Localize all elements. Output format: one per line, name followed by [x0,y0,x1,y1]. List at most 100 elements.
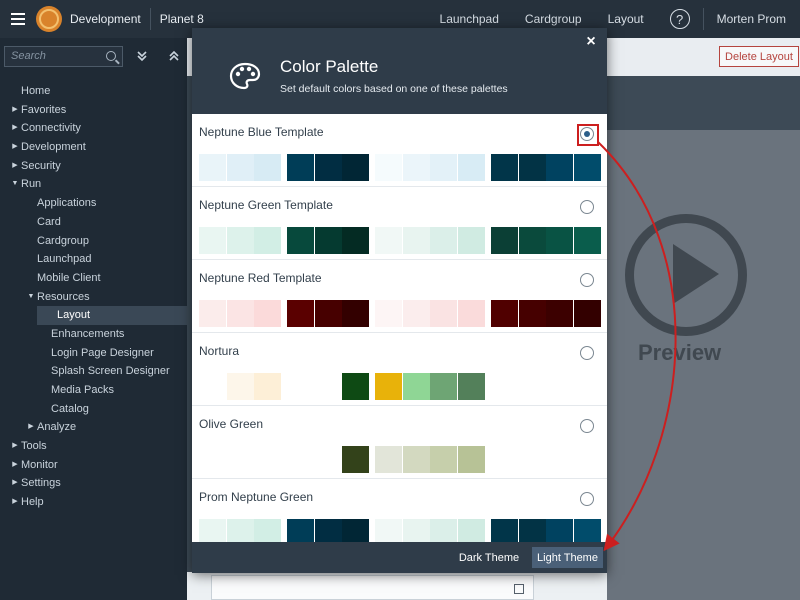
sidebar-item-media-packs[interactable]: Media Packs [0,381,187,400]
color-swatch [573,519,601,542]
sidebar-item-analyze[interactable]: ▶ Analyze [0,418,187,437]
sidebar-item-label: Home [21,85,51,97]
caret-right-icon[interactable]: ▶ [9,493,21,512]
color-swatch [457,446,485,473]
sidebar-item-enhancements[interactable]: Enhancements [0,325,187,344]
palette-row[interactable]: Neptune Blue Template [192,114,607,187]
dialog-header: Color Palette Set default colors based o… [192,28,607,114]
palette-row[interactable]: Nortura [192,333,607,406]
color-swatch [199,300,226,327]
palette-radio-button[interactable] [580,346,594,360]
sidebar-item-tools[interactable]: ▶ Tools [0,437,187,456]
sidebar-item-launchpad[interactable]: Launchpad [0,250,187,269]
sidebar-item-connectivity[interactable]: ▶ Connectivity [0,119,187,138]
sidebar-item-development[interactable]: ▶ Development [0,138,187,157]
sidebar-item-home[interactable]: Home [0,82,187,101]
palette-radio-button[interactable] [580,492,594,506]
light-theme-button[interactable]: Light Theme [532,547,603,568]
layout-field[interactable] [211,575,534,600]
palette-name: Olive Green [199,417,264,431]
caret-right-icon[interactable]: ▶ [25,418,37,437]
color-swatch [342,519,369,542]
sidebar-item-run[interactable]: ▼ Run [0,175,187,194]
sidebar-item-security[interactable]: ▶ Security [0,157,187,176]
color-swatch [491,300,518,327]
dialog-subtitle: Set default colors based on one of these… [280,83,508,95]
caret-right-icon[interactable]: ▶ [9,138,21,157]
color-swatch [375,300,402,327]
sidebar-item-layout[interactable]: Layout [37,306,187,325]
sidebar-item-login-page-designer[interactable]: Login Page Designer [0,344,187,363]
color-swatch [518,154,546,181]
color-swatch [430,154,457,181]
dark-theme-button[interactable]: Dark Theme [454,547,524,568]
sidebar-item-help[interactable]: ▶ Help [0,493,187,512]
color-swatch [375,154,402,181]
color-swatch [254,519,281,542]
sidebar-item-monitor[interactable]: ▶ Monitor [0,456,187,475]
color-swatch [342,227,369,254]
palette-row[interactable]: Neptune Green Template [192,187,607,260]
color-swatch [430,519,457,542]
caret-down-icon[interactable]: ▼ [25,288,37,307]
dialog-title: Color Palette [280,57,379,76]
color-swatch [546,519,573,542]
sidebar-item-card[interactable]: Card [0,213,187,232]
user-name[interactable]: Morten Prom [717,12,786,26]
caret-right-icon[interactable]: ▶ [9,474,21,493]
palette-name: Neptune Blue Template [199,125,324,139]
sidebar-item-resources[interactable]: ▼ Resources [0,288,187,307]
sidebar-item-applications[interactable]: Applications [0,194,187,213]
collapse-all-icon[interactable] [161,46,187,67]
color-swatch [546,227,573,254]
header-link-launchpad[interactable]: Launchpad [440,12,499,26]
sidebar-item-splash-screen-designer[interactable]: Splash Screen Designer [0,362,187,381]
sidebar-item-label: Resources [37,290,90,303]
header-link-layout[interactable]: Layout [608,12,644,26]
color-swatch [254,154,281,181]
search-placeholder: Search [11,50,46,62]
caret-right-icon[interactable]: ▶ [9,119,21,138]
palette-row[interactable]: Olive Green [192,406,607,479]
color-swatch [491,519,518,542]
hamburger-menu-icon[interactable] [11,13,25,25]
sidebar-item-label: Development [21,141,86,154]
copy-icon[interactable] [514,584,524,594]
color-swatch [375,227,402,254]
sidebar-item-settings[interactable]: ▶ Settings [0,474,187,493]
header-link-cardgroup[interactable]: Cardgroup [525,12,582,26]
color-swatch [342,446,369,473]
sidebar-item-label: Favorites [21,103,67,116]
close-icon[interactable]: × [582,33,600,51]
color-swatch [457,373,485,400]
expand-all-icon[interactable] [129,46,155,67]
sidebar-item-mobile-client[interactable]: Mobile Client [0,269,187,288]
palette-radio-button[interactable] [580,419,594,433]
caret-down-icon[interactable]: ▼ [9,175,21,194]
caret-right-icon[interactable]: ▶ [9,437,21,456]
delete-layout-button[interactable]: Delete Layout [719,46,799,67]
color-swatch [199,154,226,181]
caret-right-icon[interactable]: ▶ [9,456,21,475]
search-icon[interactable] [106,51,116,61]
palette-row[interactable]: Prom Neptune Green [192,479,607,542]
color-swatch [226,300,254,327]
caret-right-icon[interactable]: ▶ [9,157,21,176]
sidebar-item-label: Splash Screen Designer [51,365,170,378]
color-swatch [457,227,485,254]
sidebar-item-label: Cardgroup [37,234,89,247]
sidebar-search-input[interactable]: Search [4,45,123,67]
sidebar-item-catalog[interactable]: Catalog [0,400,187,419]
header-divider [149,8,151,30]
sidebar-item-cardgroup[interactable]: Cardgroup [0,232,187,251]
caret-right-icon[interactable]: ▶ [9,101,21,120]
palette-radio-button[interactable] [580,273,594,287]
palette-row[interactable]: Neptune Red Template [192,260,607,333]
color-palette-dialog: Color Palette Set default colors based o… [192,28,607,573]
color-swatch [402,519,430,542]
color-swatch [287,227,314,254]
sidebar-item-favorites[interactable]: ▶ Favorites [0,101,187,120]
palette-radio-button[interactable] [580,200,594,214]
help-icon[interactable]: ? [669,9,690,29]
color-swatch [314,154,342,181]
